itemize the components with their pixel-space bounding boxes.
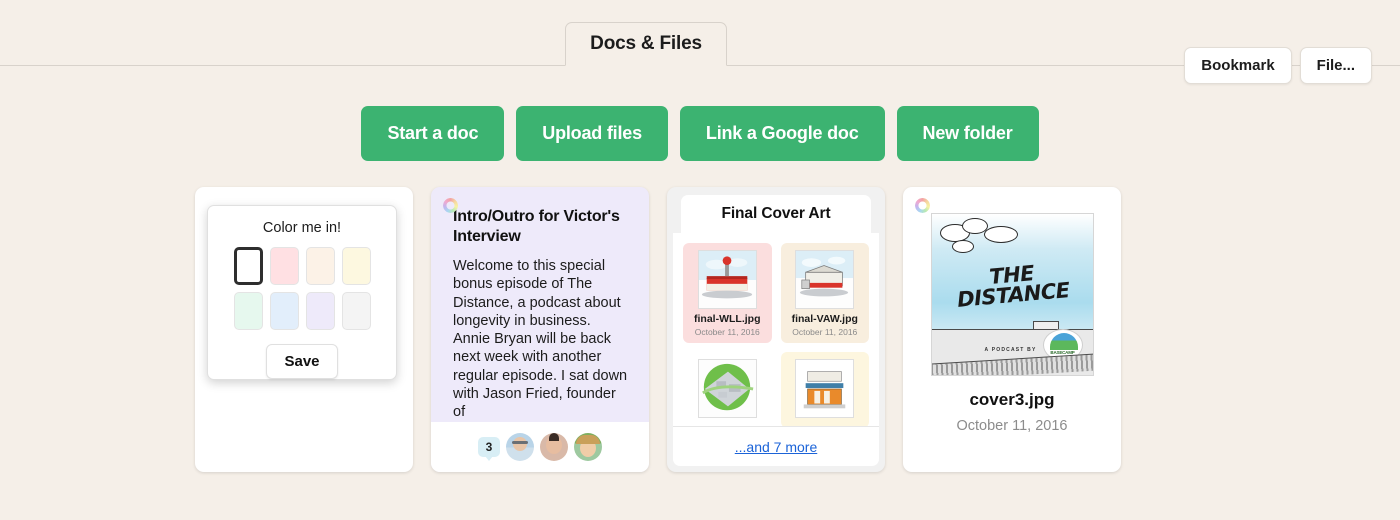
storefront-illustration-icon xyxy=(796,360,854,417)
color-swatch-grid xyxy=(233,247,371,330)
folder-title: Final Cover Art xyxy=(721,205,831,222)
file-menu-button[interactable]: File... xyxy=(1299,47,1372,84)
color-picker-title: Color me in! xyxy=(262,220,342,236)
card-folder[interactable]: Final Cover Art final-WLL.jpg October 11… xyxy=(667,187,885,472)
color-wheel-icon[interactable] xyxy=(915,198,930,213)
hill-shape xyxy=(1049,333,1078,350)
cloud-shape xyxy=(951,240,974,253)
file-date: October 11, 2016 xyxy=(956,418,1068,434)
file-name: final-VAW.jpg xyxy=(791,313,858,325)
color-swatch-pink[interactable] xyxy=(269,247,299,285)
cover-art-title: THE DISTANCE xyxy=(932,258,1093,312)
folder-title-tab: Final Cover Art xyxy=(681,195,871,233)
thumbnail-image xyxy=(697,359,757,418)
file-name: final-WLL.jpg xyxy=(694,313,761,325)
color-swatch-mint[interactable] xyxy=(233,292,263,330)
aerial-map-illustration-icon xyxy=(701,363,754,411)
color-swatch-gray[interactable] xyxy=(341,292,371,330)
file-date: October 11, 2016 xyxy=(694,327,760,337)
color-swatch-blue[interactable] xyxy=(269,292,299,330)
avatar xyxy=(506,433,535,461)
color-swatch-peach[interactable] xyxy=(305,247,335,285)
document-footer: 3 xyxy=(431,422,649,472)
start-a-doc-button[interactable]: Start a doc xyxy=(361,106,505,161)
save-button[interactable]: Save xyxy=(266,344,338,379)
file-date: October 11, 2016 xyxy=(792,327,858,337)
cloud-shape xyxy=(983,226,1018,243)
link-a-google-doc-button[interactable]: Link a Google doc xyxy=(679,106,885,161)
folder-more-row: ...and 7 more xyxy=(673,426,879,466)
tab-docs-and-files[interactable]: Docs & Files xyxy=(565,22,727,66)
cover-subtitle: A PODCAST BY xyxy=(984,347,1037,353)
avatar xyxy=(540,433,569,461)
color-swatch-lavender[interactable] xyxy=(305,292,335,330)
document-excerpt: Welcome to this special bonus episode of… xyxy=(453,258,628,421)
toolbar-right: Bookmark File... xyxy=(1184,47,1372,84)
thumbnail-image xyxy=(795,250,855,309)
tab-strip: Docs & Files Bookmark File... xyxy=(0,0,1400,84)
comment-count-badge[interactable]: 3 xyxy=(477,437,501,461)
thumbnail-image xyxy=(697,250,757,309)
cover-art-thumbnail: THE DISTANCE A PODCAST BY BASECAMP xyxy=(930,213,1094,376)
thumbnail-image xyxy=(795,359,855,418)
document-body: Intro/Outro for Victor's Interview Welco… xyxy=(431,187,649,422)
station-illustration-icon xyxy=(796,251,854,297)
upload-files-button[interactable]: Upload files xyxy=(516,106,668,161)
folder-file-thumb[interactable] xyxy=(780,352,869,426)
color-picker-popover[interactable]: Color me in! Save xyxy=(207,205,397,380)
bookmark-button[interactable]: Bookmark xyxy=(1184,47,1292,84)
folder-file-thumb[interactable] xyxy=(683,352,772,426)
document-title: Intro/Outro for Victor's Interview xyxy=(453,208,620,245)
card-file[interactable]: THE DISTANCE A PODCAST BY BASECAMP cover… xyxy=(903,187,1121,472)
color-swatch-yellow[interactable] xyxy=(341,247,371,285)
new-folder-button[interactable]: New folder xyxy=(896,106,1039,161)
color-wheel-icon[interactable] xyxy=(443,198,458,213)
diner-illustration-icon xyxy=(698,251,756,299)
action-button-row: Start a doc Upload files Link a Google d… xyxy=(0,106,1400,161)
tab-label: Docs & Files xyxy=(590,33,702,54)
card-document[interactable]: Intro/Outro for Victor's Interview Welco… xyxy=(431,187,649,472)
folder-file-thumb[interactable]: final-WLL.jpg October 11, 2016 xyxy=(683,243,772,343)
file-name: cover3.jpg xyxy=(969,390,1055,409)
and-more-link[interactable]: ...and 7 more xyxy=(735,439,818,455)
folder-file-thumb[interactable]: final-VAW.jpg October 11, 2016 xyxy=(780,243,869,343)
avatar xyxy=(574,433,603,461)
folder-contents: final-WLL.jpg October 11, 2016 final-VAW… xyxy=(673,233,879,426)
color-swatch-white[interactable] xyxy=(233,247,263,285)
